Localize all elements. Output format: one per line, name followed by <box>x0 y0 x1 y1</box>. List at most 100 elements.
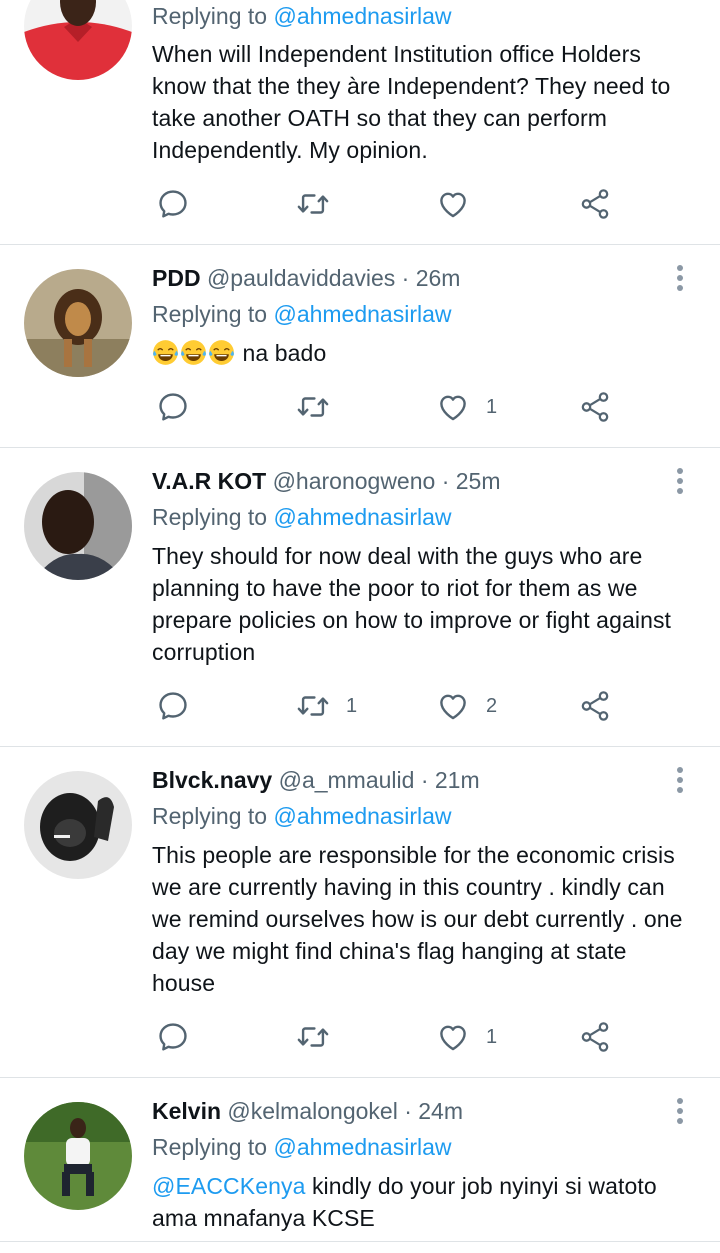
retweet-button[interactable] <box>296 387 346 427</box>
replying-prefix: Replying to <box>152 301 268 327</box>
tweet-4[interactable]: Kelvin @kelmalongokel · 24m Replying to … <box>0 1078 720 1242</box>
share-icon <box>578 187 612 221</box>
avatar[interactable] <box>24 269 132 377</box>
like-button[interactable]: 1 <box>436 1017 497 1057</box>
heart-icon <box>436 390 470 424</box>
like-button[interactable] <box>436 184 470 224</box>
replying-to: Replying to @ahmednasirlaw <box>152 1131 452 1163</box>
share-button[interactable] <box>578 184 612 224</box>
mention-link[interactable]: @EACCKenya <box>152 1173 305 1199</box>
retweet-count: 1 <box>346 694 358 717</box>
separator-dot: · <box>401 265 410 291</box>
retweet-icon <box>296 187 330 221</box>
tweet-1[interactable]: PDD @pauldaviddavies · 26m Replying to @… <box>0 245 720 448</box>
tweet-2[interactable]: V.A.R KOT @haronogweno · 25m Replying to… <box>0 448 720 747</box>
replying-to-link[interactable]: @ahmednasirlaw <box>273 3 451 29</box>
handle[interactable]: @a_mmaulid <box>279 767 415 793</box>
display-name[interactable]: V.A.R KOT <box>152 468 266 494</box>
lion-avatar <box>24 269 132 377</box>
separator-dot: · <box>420 767 429 793</box>
tweet-actions: 1 <box>152 1017 632 1057</box>
retweet-icon <box>296 390 330 424</box>
timestamp[interactable]: 21m <box>435 767 480 793</box>
display-name[interactable]: Kelvin <box>152 1098 221 1124</box>
more-icon[interactable] <box>672 466 688 496</box>
person-red-shirt-avatar <box>24 0 132 80</box>
like-button[interactable]: 2 <box>436 686 497 726</box>
share-icon <box>578 689 612 723</box>
like-count: 1 <box>486 1025 498 1048</box>
avatar[interactable] <box>24 472 132 580</box>
reply-icon <box>156 187 190 221</box>
more-icon[interactable] <box>672 1096 688 1126</box>
tweet-text: na bado <box>152 337 692 369</box>
heart-icon <box>436 689 470 723</box>
reply-button[interactable] <box>156 1017 190 1057</box>
tweet-text: They should for now deal with the guys w… <box>152 543 672 665</box>
tweet-header: Blvck.navy @a_mmaulid · 21m <box>152 765 480 795</box>
tweet-header: Kelvin @kelmalongokel · 24m <box>152 1096 463 1126</box>
tweet-header: V.A.R KOT @haronogweno · 25m <box>152 466 501 496</box>
tweet-actions: 1 <box>152 387 632 427</box>
handle[interactable]: @kelmalongokel <box>227 1098 397 1124</box>
tweet-text-content: na bado <box>242 340 327 366</box>
reply-icon <box>156 1020 190 1054</box>
tweet-text: @EACCKenya kindly do your job nyinyi si … <box>152 1170 692 1234</box>
like-button[interactable]: 1 <box>436 387 497 427</box>
like-count: 1 <box>486 395 498 418</box>
tweet-actions <box>152 184 632 224</box>
replying-to: Replying to @ahmednasirlaw <box>152 0 452 32</box>
replying-to-link[interactable]: @ahmednasirlaw <box>273 301 451 327</box>
replying-to: Replying to @ahmednasirlaw <box>152 501 452 533</box>
tweet-text: When will Independent Institution office… <box>152 41 671 163</box>
heart-icon <box>436 187 470 221</box>
laughing-emoji-icon <box>152 340 236 366</box>
handle[interactable]: @pauldaviddavies <box>207 265 395 291</box>
display-name[interactable]: Blvck.navy <box>152 767 272 793</box>
timestamp[interactable]: 24m <box>418 1098 463 1124</box>
avatar[interactable] <box>24 0 132 80</box>
replying-to-link[interactable]: @ahmednasirlaw <box>273 803 451 829</box>
separator-dot: · <box>441 468 450 494</box>
share-icon <box>578 390 612 424</box>
retweet-icon <box>296 1020 330 1054</box>
tweet-0[interactable]: Replying to @ahmednasirlaw When will Ind… <box>0 0 720 245</box>
share-button[interactable] <box>578 686 612 726</box>
avatar[interactable] <box>24 1102 132 1210</box>
timestamp[interactable]: 26m <box>416 265 461 291</box>
replying-to: Replying to @ahmednasirlaw <box>152 298 452 330</box>
avatar[interactable] <box>24 771 132 879</box>
reply-button[interactable] <box>156 184 190 224</box>
heart-icon <box>436 1020 470 1054</box>
reply-icon <box>156 689 190 723</box>
tweet-3[interactable]: Blvck.navy @a_mmaulid · 21m Replying to … <box>0 747 720 1078</box>
separator-dot: · <box>404 1098 412 1124</box>
share-icon <box>578 1020 612 1054</box>
share-button[interactable] <box>578 387 612 427</box>
share-button[interactable] <box>578 1017 612 1057</box>
more-icon[interactable] <box>672 765 688 795</box>
replying-prefix: Replying to <box>152 803 268 829</box>
man-selfie-avatar <box>24 472 132 580</box>
replying-prefix: Replying to <box>152 504 268 530</box>
gorilla-avatar <box>24 771 132 879</box>
replying-to-link[interactable]: @ahmednasirlaw <box>273 504 451 530</box>
retweet-icon <box>296 689 330 723</box>
retweet-button[interactable] <box>296 184 330 224</box>
more-icon[interactable] <box>672 263 688 293</box>
reply-icon <box>156 390 190 424</box>
replying-prefix: Replying to <box>152 1134 268 1160</box>
display-name[interactable]: PDD <box>152 265 201 291</box>
retweet-button[interactable]: 1 <box>296 686 357 726</box>
man-sitting-avatar <box>24 1102 132 1210</box>
timestamp[interactable]: 25m <box>456 468 501 494</box>
reply-button[interactable] <box>156 686 190 726</box>
tweet-actions: 1 2 <box>152 686 632 726</box>
handle[interactable]: @haronogweno <box>273 468 436 494</box>
replying-to-link[interactable]: @ahmednasirlaw <box>273 1134 451 1160</box>
replying-prefix: Replying to <box>152 3 268 29</box>
reply-button[interactable] <box>156 387 190 427</box>
tweet-header: PDD @pauldaviddavies · 26m <box>152 263 460 293</box>
retweet-button[interactable] <box>296 1017 346 1057</box>
like-count: 2 <box>486 694 498 717</box>
